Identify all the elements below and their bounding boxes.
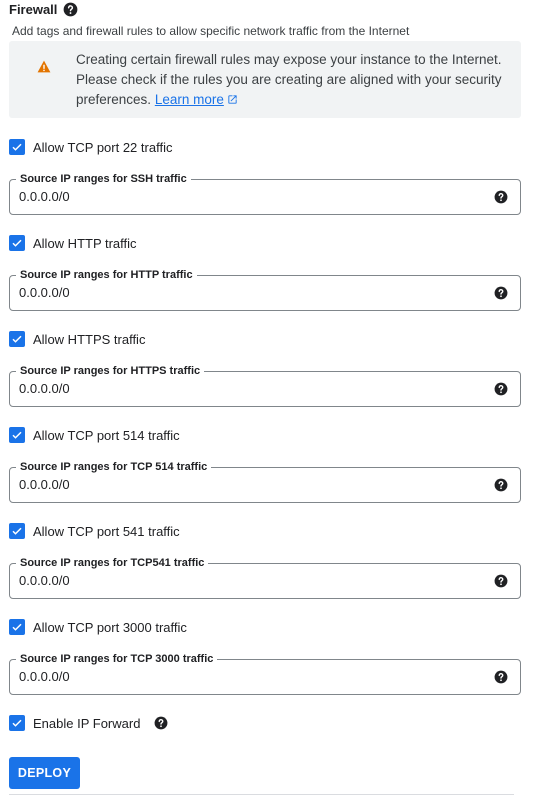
- help-circle-icon[interactable]: [494, 382, 508, 396]
- warning-message: Creating certain firewall rules may expo…: [76, 50, 506, 110]
- checkbox-label[interactable]: Allow HTTPS traffic: [33, 332, 145, 347]
- rule-checkbox-row[interactable]: Allow TCP port 3000 traffic: [9, 618, 521, 636]
- help-circle-icon[interactable]: [494, 574, 508, 588]
- ip-forward-label[interactable]: Enable IP Forward: [33, 716, 140, 731]
- allow-tcp-3000-checkbox[interactable]: [9, 619, 25, 635]
- learn-more-link[interactable]: Learn more: [155, 92, 238, 107]
- check-icon: [12, 623, 22, 631]
- tcp541-source-ip-field[interactable]: Source IP ranges for TCP541 traffic 0.0.…: [9, 556, 521, 599]
- rule-checkbox-row[interactable]: Allow TCP port 22 traffic: [9, 138, 521, 156]
- allow-http-checkbox[interactable]: [9, 235, 25, 251]
- check-icon: [12, 431, 22, 439]
- help-circle-icon[interactable]: [154, 716, 168, 730]
- help-circle-icon[interactable]: [494, 478, 508, 492]
- check-icon: [12, 527, 22, 535]
- field-value[interactable]: 0.0.0.0/0: [19, 381, 70, 396]
- help-circle-icon[interactable]: [63, 2, 78, 17]
- firewall-header: Firewall: [9, 0, 78, 18]
- deploy-button[interactable]: DEPLOY: [9, 757, 80, 789]
- warning-banner: Creating certain firewall rules may expo…: [9, 41, 521, 118]
- rule-checkbox-row[interactable]: Allow TCP port 541 traffic: [9, 522, 521, 540]
- checkbox-label[interactable]: Allow TCP port 541 traffic: [33, 524, 180, 539]
- rule-checkbox-row[interactable]: Allow HTTP traffic: [9, 234, 521, 252]
- divider: [9, 794, 514, 795]
- ssh-source-ip-field[interactable]: Source IP ranges for SSH traffic 0.0.0.0…: [9, 172, 521, 215]
- rule-checkbox-row[interactable]: Allow TCP port 514 traffic: [9, 426, 521, 444]
- tcp514-source-ip-field[interactable]: Source IP ranges for TCP 514 traffic 0.0…: [9, 460, 521, 503]
- field-label: Source IP ranges for TCP 514 traffic: [16, 460, 212, 474]
- ip-forward-row[interactable]: Enable IP Forward: [9, 714, 521, 732]
- checkbox-label[interactable]: Allow TCP port 514 traffic: [33, 428, 180, 443]
- checkbox-label[interactable]: Allow HTTP traffic: [33, 236, 137, 251]
- learn-more-label[interactable]: Learn more: [155, 92, 224, 107]
- field-label: Source IP ranges for SSH traffic: [16, 172, 191, 186]
- check-icon: [12, 143, 22, 151]
- field-value[interactable]: 0.0.0.0/0: [19, 477, 70, 492]
- allow-tcp-541-checkbox[interactable]: [9, 523, 25, 539]
- field-value[interactable]: 0.0.0.0/0: [19, 189, 70, 204]
- help-circle-icon[interactable]: [494, 670, 508, 684]
- help-circle-icon[interactable]: [494, 286, 508, 300]
- field-label: Source IP ranges for HTTP traffic: [16, 268, 197, 282]
- allow-https-checkbox[interactable]: [9, 331, 25, 347]
- tcp3000-source-ip-field[interactable]: Source IP ranges for TCP 3000 traffic 0.…: [9, 652, 521, 695]
- warning-text: Creating certain firewall rules may expo…: [76, 52, 502, 107]
- enable-ip-forward-checkbox[interactable]: [9, 715, 25, 731]
- allow-tcp-22-checkbox[interactable]: [9, 139, 25, 155]
- field-value[interactable]: 0.0.0.0/0: [19, 669, 70, 684]
- firewall-description: Add tags and firewall rules to allow spe…: [12, 24, 410, 38]
- field-value[interactable]: 0.0.0.0/0: [19, 573, 70, 588]
- external-link-icon[interactable]: [227, 91, 238, 104]
- checkbox-label[interactable]: Allow TCP port 3000 traffic: [33, 620, 187, 635]
- field-label: Source IP ranges for TCP541 traffic: [16, 556, 209, 570]
- field-label: Source IP ranges for TCP 3000 traffic: [16, 652, 218, 666]
- field-label: Source IP ranges for HTTPS traffic: [16, 364, 205, 378]
- warning-triangle-icon: [37, 60, 51, 73]
- rule-checkbox-row[interactable]: Allow HTTPS traffic: [9, 330, 521, 348]
- check-icon: [12, 335, 22, 343]
- http-source-ip-field[interactable]: Source IP ranges for HTTP traffic 0.0.0.…: [9, 268, 521, 311]
- field-value[interactable]: 0.0.0.0/0: [19, 285, 70, 300]
- firewall-title: Firewall: [9, 1, 58, 17]
- checkbox-label[interactable]: Allow TCP port 22 traffic: [33, 140, 172, 155]
- check-icon: [12, 719, 22, 727]
- help-circle-icon[interactable]: [494, 190, 508, 204]
- check-icon: [12, 239, 22, 247]
- allow-tcp-514-checkbox[interactable]: [9, 427, 25, 443]
- https-source-ip-field[interactable]: Source IP ranges for HTTPS traffic 0.0.0…: [9, 364, 521, 407]
